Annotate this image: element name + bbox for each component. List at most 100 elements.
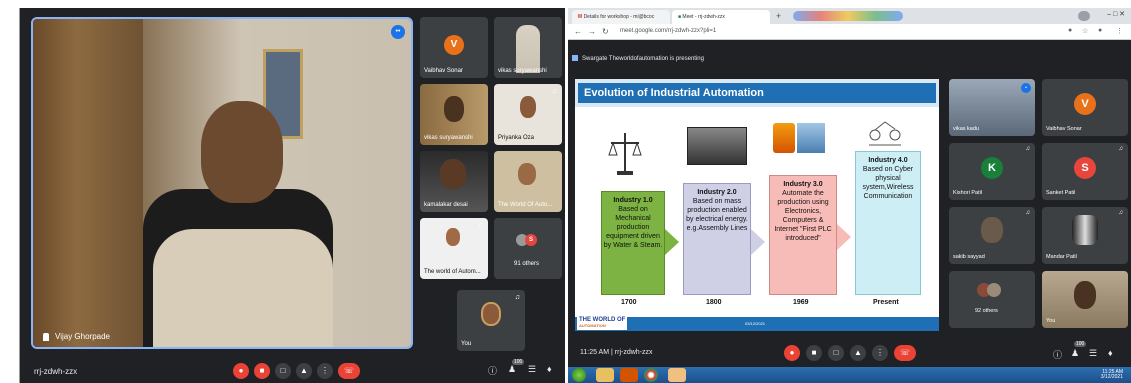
mic-toggle-button[interactable]: ● <box>233 363 249 379</box>
more-options-button[interactable]: ⋮ <box>872 345 888 361</box>
info-icon[interactable]: ⓘ <box>488 364 497 377</box>
profile-icon[interactable] <box>1078 11 1090 21</box>
reload-icon[interactable]: ↻ <box>602 27 609 36</box>
captions-button[interactable]: □ <box>275 363 291 379</box>
presenting-text: Swargate Theworldofautomation is present… <box>582 56 704 62</box>
tab-strip-decoration <box>793 11 903 21</box>
participants-count-badge: 100 <box>1074 341 1087 347</box>
participant-tile[interactable]: 92 others <box>949 271 1035 328</box>
participant-name: kamalakar desai <box>424 202 468 208</box>
presenting-icon <box>572 55 578 61</box>
main-speaker-tile[interactable]: •• Vijay Ghorpade <box>31 17 413 349</box>
participant-tile[interactable]: ♫ Mandar Patil <box>1042 207 1128 264</box>
slide-title: Evolution of Industrial Automation <box>578 83 936 103</box>
participant-tile[interactable]: • vikas kadu <box>949 79 1035 136</box>
participant-name: Sanket Patil <box>1046 190 1076 196</box>
participant-name: The World Of Auto... <box>498 202 553 208</box>
leave-call-button[interactable]: ☏ <box>338 363 360 379</box>
present-button[interactable]: ▲ <box>850 345 866 361</box>
new-tab-icon[interactable]: + <box>776 11 781 21</box>
participant-tile[interactable]: kamalakar desai <box>420 151 488 212</box>
self-photo <box>481 302 501 326</box>
media-taskbar-icon[interactable] <box>620 368 638 382</box>
mic-off-icon: ♫ <box>551 88 557 95</box>
self-name: You <box>1046 318 1056 324</box>
participant-tile[interactable]: K ♫ Kishori Patil <box>949 143 1035 200</box>
self-tile[interactable]: ♫ You <box>457 290 525 351</box>
meeting-code: rrj-zdwh-zzx <box>614 349 653 356</box>
camera-permission-icon[interactable]: ● <box>1068 27 1072 34</box>
stage-industry-3: Industry 3.0 Automate the production usi… <box>769 175 837 295</box>
back-icon[interactable]: ← <box>574 27 582 36</box>
explorer-taskbar-icon[interactable] <box>596 368 614 382</box>
main-speaker-nameplate: Vijay Ghorpade <box>43 332 110 341</box>
mic-toggle-button[interactable]: ● <box>784 345 800 361</box>
camera-toggle-button[interactable]: ■ <box>254 363 270 379</box>
activities-icon[interactable]: ♦ <box>547 364 552 374</box>
stage-heading: Industry 2.0 <box>697 189 737 196</box>
stage-heading: Industry 3.0 <box>783 181 823 188</box>
participant-tile[interactable]: vikas suryawanshi <box>420 84 488 145</box>
folder-taskbar-icon[interactable] <box>668 368 686 382</box>
bookmark-star-icon[interactable]: ☆ <box>1082 27 1088 35</box>
more-options-button[interactable]: ⋮ <box>317 363 333 379</box>
participant-tile[interactable]: S ♫ Sanket Patil <box>1042 143 1128 200</box>
start-button-icon[interactable] <box>572 368 586 382</box>
participant-name: Kishori Patil <box>953 190 983 196</box>
tab-details-workshop[interactable]: M Details for workshop - mi@bcoc <box>572 10 670 24</box>
mic-off-icon: ♫ <box>1025 210 1031 216</box>
chat-icon[interactable]: ☰ <box>1089 348 1097 359</box>
participants-count-badge: 100 <box>512 359 525 365</box>
camera-toggle-button[interactable]: ■ <box>806 345 822 361</box>
tab-meet[interactable]: ■ Meet - rrj-zdwh-zzx <box>672 10 770 24</box>
menu-icon[interactable]: ⋮ <box>1116 27 1123 35</box>
others-count: 91 others <box>514 261 540 267</box>
logo-line2: AUTOMATION <box>579 323 606 328</box>
slide-logo: THE WORLD OF AUTOMATION <box>577 316 628 330</box>
present-button[interactable]: ▲ <box>296 363 312 379</box>
stage-body: Based on mass production enabled by elec… <box>686 198 748 232</box>
participant-tile[interactable]: V Vaibhav Sonar <box>1042 79 1128 136</box>
participant-tile[interactable]: ♫ sakib sayyad <box>949 207 1035 264</box>
tray-date: 3/12/2021 <box>1100 374 1123 380</box>
arrow-icon <box>751 229 765 255</box>
mic-off-icon: ♫ <box>477 222 483 229</box>
info-icon[interactable]: ⓘ <box>1053 348 1062 361</box>
participant-tile[interactable]: ♫ Priyanka Oza <box>494 84 562 145</box>
account-icon[interactable]: ● <box>1098 27 1102 34</box>
self-name: You <box>461 341 472 347</box>
self-tile[interactable]: You <box>1042 271 1128 328</box>
others-count: 92 others <box>975 308 998 314</box>
activities-icon[interactable]: ♦ <box>1108 348 1113 358</box>
mic-off-icon: ♫ <box>1025 146 1031 152</box>
participant-face <box>520 96 536 118</box>
forward-icon[interactable]: → <box>588 27 596 36</box>
speaker-body <box>153 229 333 347</box>
captions-button[interactable]: □ <box>828 345 844 361</box>
leave-call-button[interactable]: ☏ <box>894 345 916 361</box>
chat-icon[interactable]: ☰ <box>528 364 536 375</box>
screenshot-root: •• Vijay Ghorpade V Vaibhav Sonar vikas … <box>0 0 1131 383</box>
avatar: K <box>981 157 1003 179</box>
meet-controls-bar: 11:25 AM | rrj-zdwh-zzx ● ■ □ ▲ ⋮ ☏ ⓘ ♟ … <box>568 339 1131 367</box>
curtain <box>33 19 143 347</box>
participant-tile[interactable]: S 91 others <box>494 218 562 279</box>
pin-icon <box>43 332 49 341</box>
shared-slide: Evolution of Industrial Automation Indus… <box>575 79 939 331</box>
participant-face <box>518 163 536 185</box>
scale-machine-image <box>607 131 643 177</box>
people-icon[interactable]: ♟ <box>508 364 516 375</box>
window-controls-icon[interactable]: – □ ✕ <box>1107 10 1125 18</box>
participant-tile[interactable]: The World Of Auto... <box>494 151 562 212</box>
participant-tile[interactable]: vikas suryawanshi <box>494 17 562 78</box>
stage-body: Based on Mechanical production equipment… <box>603 206 663 249</box>
time-and-code: 11:25 AM | rrj-zdwh-zzx <box>580 349 653 356</box>
chrome-taskbar-icon[interactable] <box>644 368 658 382</box>
year-label: Present <box>873 299 899 306</box>
participant-tile[interactable]: V Vaibhav Sonar <box>420 17 488 78</box>
participant-tile[interactable]: ♫ The world of Autom... <box>420 218 488 279</box>
people-icon[interactable]: ♟ <box>1071 348 1079 359</box>
participant-photo <box>516 25 540 73</box>
speaking-indicator-icon: • <box>1021 83 1031 93</box>
url-field[interactable]: meet.google.com/rrj-zdwh-zzx?pli=1 <box>620 28 716 34</box>
